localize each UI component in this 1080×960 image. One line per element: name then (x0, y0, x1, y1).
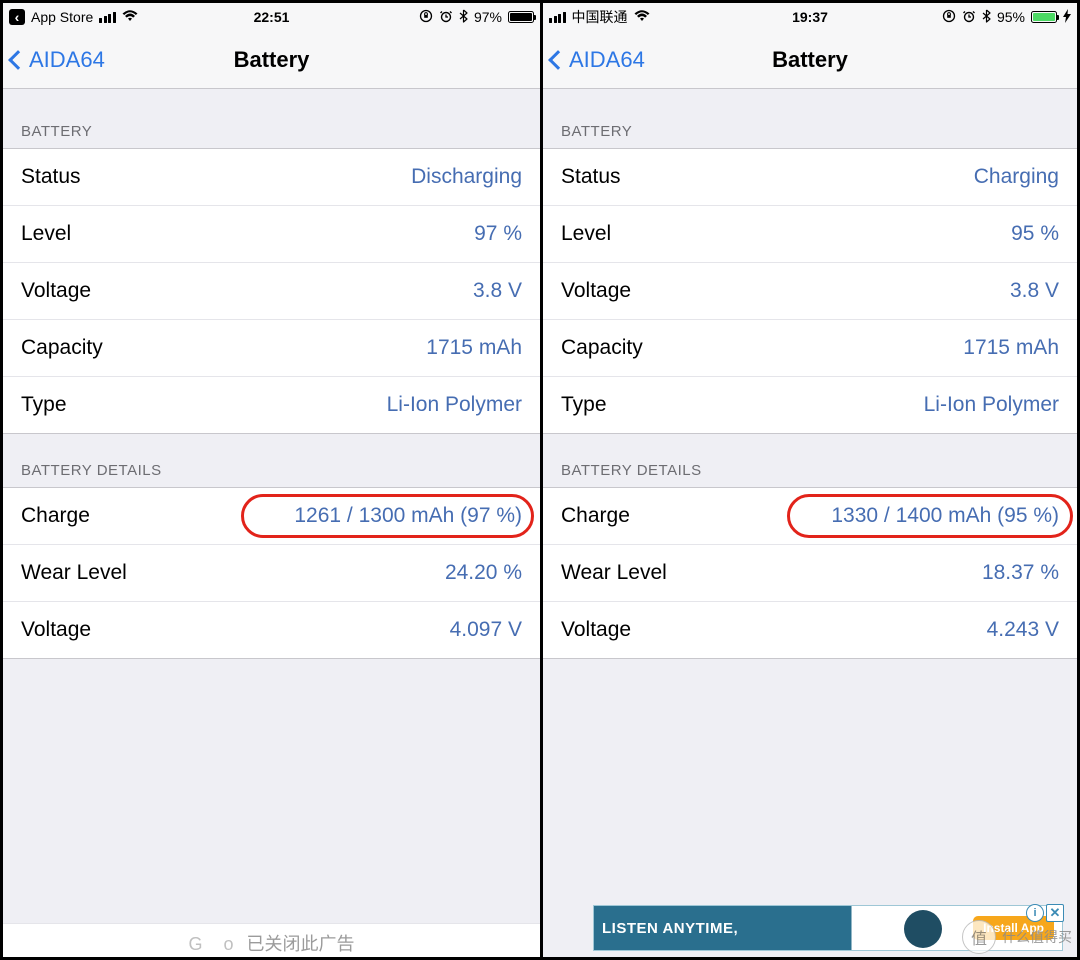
row-label: Type (21, 393, 67, 417)
row-value: 1330 / 1400 mAh (95 %) (831, 504, 1059, 528)
row-value: 97 % (474, 222, 522, 246)
watermark-logo-icon: 值 (962, 920, 996, 954)
row-level: Level 97 % (3, 206, 540, 263)
row-voltage2: Voltage 4.243 V (543, 602, 1077, 658)
row-status: Status Charging (543, 149, 1077, 206)
battery-icon (1031, 11, 1057, 23)
back-label: AIDA64 (569, 47, 645, 73)
back-button[interactable]: AIDA64 (551, 47, 645, 73)
row-capacity: Capacity 1715 mAh (3, 320, 540, 377)
signal-icon (549, 12, 566, 23)
row-label: Voltage (561, 618, 631, 642)
orientation-lock-icon (419, 9, 433, 26)
row-label: Voltage (561, 279, 631, 303)
row-value: Charging (974, 165, 1059, 189)
row-label: Charge (21, 504, 90, 528)
battery-pct: 95% (997, 9, 1025, 25)
group-battery: Status Discharging Level 97 % Voltage 3.… (3, 148, 540, 434)
wifi-icon (122, 9, 138, 25)
row-label: Level (21, 222, 71, 246)
row-value: 1715 mAh (963, 336, 1059, 360)
settings-content[interactable]: BATTERY Status Charging Level 95 % Volta… (543, 89, 1077, 957)
breadcrumb-label[interactable]: App Store (31, 9, 93, 25)
row-voltage2: Voltage 4.097 V (3, 602, 540, 658)
chevron-left-icon (548, 50, 568, 70)
status-time: 22:51 (254, 9, 290, 25)
row-label: Status (561, 165, 621, 189)
bluetooth-icon (982, 9, 991, 26)
row-label: Capacity (561, 336, 643, 360)
chevron-left-icon (8, 50, 28, 70)
row-charge: Charge 1261 / 1300 mAh (97 %) (3, 488, 540, 545)
settings-content[interactable]: BATTERY Status Discharging Level 97 % Vo… (3, 89, 540, 957)
row-value: Li-Ion Polymer (387, 393, 522, 417)
row-label: Voltage (21, 618, 91, 642)
phone-right: 中国联通 19:37 95% (540, 3, 1077, 957)
nav-header: AIDA64 Battery (3, 31, 540, 89)
section-header-details: BATTERY DETAILS (3, 434, 540, 487)
row-label: Level (561, 222, 611, 246)
row-value: Discharging (411, 165, 522, 189)
row-type: Type Li-Ion Polymer (543, 377, 1077, 433)
status-bar: 中国联通 19:37 95% (543, 3, 1077, 31)
section-header-battery: BATTERY (3, 89, 540, 148)
row-charge: Charge 1330 / 1400 mAh (95 %) (543, 488, 1077, 545)
section-header-details: BATTERY DETAILS (543, 434, 1077, 487)
row-wear: Wear Level 18.37 % (543, 545, 1077, 602)
ad-headline: LISTEN ANYTIME, (602, 920, 738, 937)
bluetooth-icon (459, 9, 468, 26)
alarm-icon (962, 9, 976, 26)
nav-header: AIDA64 Battery (543, 31, 1077, 89)
row-label: Wear Level (21, 561, 127, 585)
row-value: 4.243 V (987, 618, 1059, 642)
row-type: Type Li-Ion Polymer (3, 377, 540, 433)
charging-bolt-icon (1063, 9, 1071, 26)
ad-avatar-icon (904, 910, 942, 948)
row-label: Wear Level (561, 561, 667, 585)
group-battery: Status Charging Level 95 % Voltage 3.8 V… (543, 148, 1077, 434)
row-value: 1261 / 1300 mAh (97 %) (294, 504, 522, 528)
group-details: Charge 1261 / 1300 mAh (97 %) Wear Level… (3, 487, 540, 659)
row-voltage: Voltage 3.8 V (543, 263, 1077, 320)
back-button[interactable]: AIDA64 (11, 47, 105, 73)
watermark-text: 什么值得买 (1002, 927, 1072, 947)
row-value: 95 % (1011, 222, 1059, 246)
page-title: Battery (234, 47, 310, 73)
row-label: Charge (561, 504, 630, 528)
row-label: Capacity (21, 336, 103, 360)
status-bar: App Store 22:51 97% (3, 3, 540, 31)
carrier-label: 中国联通 (572, 7, 628, 27)
signal-icon (99, 12, 116, 23)
row-capacity: Capacity 1715 mAh (543, 320, 1077, 377)
group-details: Charge 1330 / 1400 mAh (95 %) Wear Level… (543, 487, 1077, 659)
section-header-battery: BATTERY (543, 89, 1077, 148)
row-value: 3.8 V (1010, 279, 1059, 303)
row-level: Level 95 % (543, 206, 1077, 263)
ad-closed-text: 已关闭此广告 (247, 934, 355, 954)
row-value: 18.37 % (982, 561, 1059, 585)
breadcrumb-back-icon[interactable] (9, 9, 25, 25)
page-title: Battery (772, 47, 848, 73)
row-wear: Wear Level 24.20 % (3, 545, 540, 602)
row-value: 3.8 V (473, 279, 522, 303)
watermark: 值 什么值得买 (962, 920, 1072, 954)
battery-icon (508, 11, 534, 23)
back-label: AIDA64 (29, 47, 105, 73)
alarm-icon (439, 9, 453, 26)
status-time: 19:37 (792, 9, 828, 25)
row-status: Status Discharging (3, 149, 540, 206)
row-value: 4.097 V (450, 618, 522, 642)
ad-closed-notice: G o 已关闭此广告 (3, 923, 540, 957)
row-label: Type (561, 393, 607, 417)
row-label: Voltage (21, 279, 91, 303)
row-label: Status (21, 165, 81, 189)
row-value: 1715 mAh (426, 336, 522, 360)
row-voltage: Voltage 3.8 V (3, 263, 540, 320)
orientation-lock-icon (942, 9, 956, 26)
battery-pct: 97% (474, 9, 502, 25)
phone-left: App Store 22:51 97% (3, 3, 540, 957)
row-value: 24.20 % (445, 561, 522, 585)
wifi-icon (634, 9, 650, 25)
row-value: Li-Ion Polymer (924, 393, 1059, 417)
